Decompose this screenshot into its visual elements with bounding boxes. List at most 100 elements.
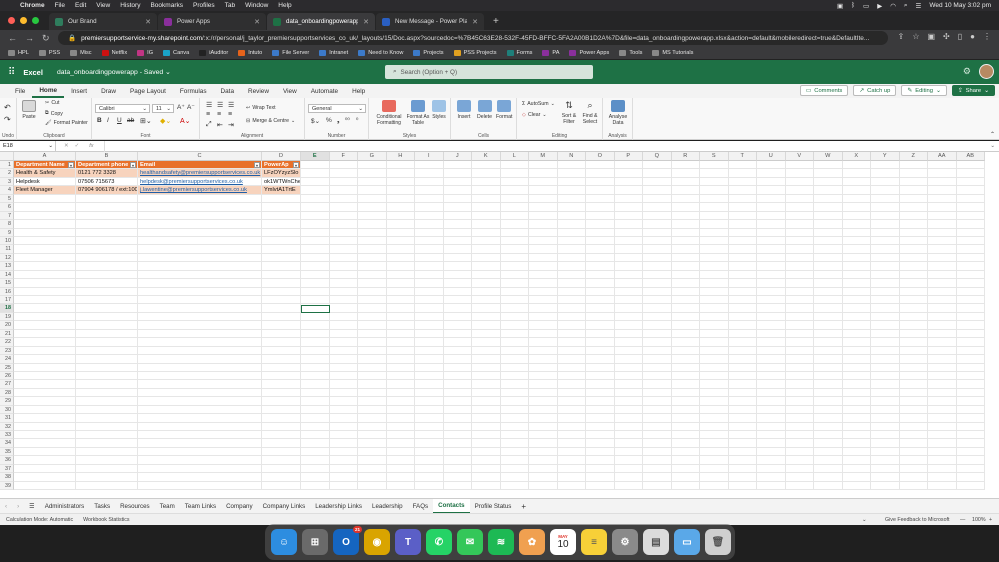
grid-cell[interactable] <box>728 363 757 372</box>
grid-cell[interactable] <box>472 270 501 280</box>
row-header[interactable]: 3 <box>0 177 14 187</box>
grid-cell[interactable] <box>871 312 900 322</box>
grid-cell[interactable] <box>14 464 76 474</box>
grid-cell[interactable] <box>386 422 415 431</box>
grid-cell[interactable] <box>500 346 529 356</box>
grid-cell[interactable] <box>814 439 843 448</box>
grid-cell[interactable] <box>443 414 472 423</box>
grid-cell[interactable] <box>871 439 900 448</box>
grid-cell[interactable] <box>500 169 529 178</box>
grid-cell[interactable] <box>557 177 586 187</box>
grid-cell[interactable] <box>586 279 615 288</box>
grid-cell[interactable] <box>500 186 529 195</box>
grid-cell[interactable] <box>386 270 415 280</box>
grid-cell[interactable] <box>842 321 871 330</box>
grid-cell[interactable] <box>262 447 301 457</box>
back-icon[interactable]: ← <box>8 33 17 43</box>
grid-cell[interactable] <box>643 169 672 178</box>
sort-filter-button[interactable]: ⇅ Sort & Filter <box>559 100 579 125</box>
grid-cell[interactable] <box>899 481 928 491</box>
grid-cell[interactable] <box>138 338 262 347</box>
grid-cell[interactable] <box>358 414 387 423</box>
grid-cell[interactable] <box>443 161 472 170</box>
grid-cell[interactable] <box>557 321 586 330</box>
column-header[interactable]: Y <box>871 152 900 161</box>
grid-cell[interactable] <box>386 279 415 288</box>
align-centre-icon[interactable]: ≡ <box>217 111 221 118</box>
grid-cell[interactable]: 07904 906178 / ext:100 <box>76 186 138 195</box>
grid-cell[interactable] <box>700 405 729 415</box>
grid-cell[interactable] <box>500 262 529 271</box>
grid-cell[interactable] <box>785 405 814 415</box>
bookmark-item[interactable]: Power Apps <box>565 49 613 56</box>
grid-cell[interactable] <box>928 186 957 195</box>
grid-cell[interactable] <box>14 304 76 313</box>
grid-cell[interactable] <box>472 414 501 423</box>
grid-cell[interactable] <box>301 355 330 364</box>
grid-cell[interactable] <box>785 371 814 381</box>
grid-cell[interactable] <box>728 447 757 457</box>
grid-cell[interactable] <box>956 228 985 237</box>
grid-cell[interactable] <box>956 321 985 330</box>
grid-cell[interactable] <box>842 338 871 347</box>
tab-home[interactable]: Home <box>32 84 65 98</box>
grid-cell[interactable] <box>500 253 529 263</box>
grid-cell[interactable] <box>785 338 814 347</box>
avatar[interactable] <box>979 64 994 79</box>
grid-cell[interactable] <box>586 177 615 187</box>
grid-cell[interactable] <box>138 371 262 381</box>
grid-cell[interactable] <box>301 228 330 237</box>
grid-cell[interactable] <box>415 186 444 195</box>
grid-cell[interactable] <box>956 203 985 212</box>
grid-cell[interactable] <box>700 312 729 322</box>
grid-cell[interactable] <box>956 355 985 364</box>
chrome-menu-icon[interactable]: ⋮ <box>983 32 991 41</box>
grid-cell[interactable] <box>671 422 700 431</box>
expand-formula-icon[interactable]: ⌄ <box>990 143 999 149</box>
grid-cell[interactable] <box>415 296 444 305</box>
grid-cell[interactable] <box>557 338 586 347</box>
grid-cell[interactable] <box>138 228 262 237</box>
grid-cell[interactable] <box>586 186 615 195</box>
grid-cell[interactable] <box>899 405 928 415</box>
grid-cell[interactable] <box>443 346 472 356</box>
grid-cell[interactable] <box>842 270 871 280</box>
grid-cell[interactable] <box>472 346 501 356</box>
bookmark-item[interactable]: HPL <box>4 49 33 56</box>
grid-cell[interactable] <box>76 203 138 212</box>
grid-cell[interactable] <box>728 228 757 237</box>
grid-cell[interactable] <box>358 186 387 195</box>
grid-cell[interactable] <box>529 481 558 491</box>
grid-cell[interactable] <box>76 405 138 415</box>
row-header[interactable]: 1 <box>0 161 14 170</box>
grid-cell[interactable] <box>928 262 957 271</box>
grid-cell[interactable] <box>614 371 643 381</box>
grid-cell[interactable] <box>614 338 643 347</box>
grid-cell[interactable] <box>700 253 729 263</box>
grid-cell[interactable] <box>301 388 330 398</box>
grid-cell[interactable] <box>586 355 615 364</box>
grid-cell[interactable] <box>814 304 843 313</box>
grid-cell[interactable] <box>899 388 928 398</box>
grid-cell[interactable] <box>386 228 415 237</box>
row-header[interactable]: 12 <box>0 253 14 263</box>
grid-cell[interactable] <box>472 245 501 254</box>
grid-cell[interactable] <box>785 388 814 398</box>
grid-cell[interactable] <box>76 312 138 322</box>
grid-cell[interactable] <box>586 363 615 372</box>
grid-cell[interactable] <box>728 312 757 322</box>
grid-cell[interactable] <box>586 296 615 305</box>
increase-decimal-icon[interactable]: ⁰⁰ <box>345 117 350 124</box>
grid-cell[interactable] <box>14 439 76 448</box>
grid-cell[interactable] <box>956 194 985 204</box>
grid-cell[interactable] <box>358 338 387 347</box>
grid-cell[interactable] <box>757 431 786 440</box>
column-header[interactable]: N <box>557 152 586 161</box>
grid-cell[interactable] <box>728 186 757 195</box>
grid-cell[interactable] <box>928 363 957 372</box>
grid-cell[interactable] <box>643 329 672 339</box>
grid-cell[interactable] <box>262 439 301 448</box>
grid-cell[interactable] <box>358 473 387 482</box>
grid-cell[interactable] <box>557 439 586 448</box>
grid-cell[interactable] <box>899 422 928 431</box>
